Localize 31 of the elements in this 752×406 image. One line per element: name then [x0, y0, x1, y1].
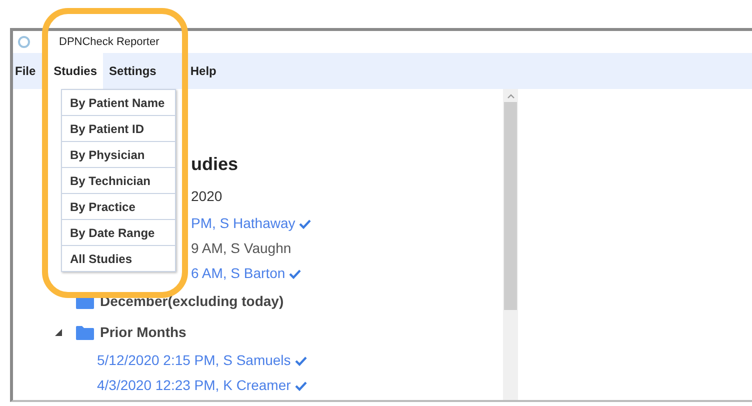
folder-icon	[76, 326, 94, 340]
dropdown-item[interactable]: By Date Range	[61, 219, 176, 246]
check-icon	[294, 356, 307, 366]
dropdown-item[interactable]: By Practice	[61, 193, 176, 220]
folder-label[interactable]: December(excluding today)	[100, 291, 284, 312]
dropdown-item[interactable]: By Patient ID	[61, 115, 176, 142]
check-icon	[289, 268, 302, 278]
check-icon	[294, 380, 307, 390]
dropdown-item[interactable]: By Physician	[61, 141, 176, 168]
dropdown-item[interactable]: By Technician	[61, 167, 176, 194]
study-entry[interactable]: 6 AM, S Barton	[191, 263, 286, 284]
menu-item[interactable]: Studies	[48, 53, 104, 89]
study-entry[interactable]: PM, S Hathaway	[191, 213, 296, 234]
scrollbar[interactable]	[503, 89, 518, 400]
folder-label[interactable]: Prior Months	[100, 322, 186, 343]
section-heading: udies	[191, 154, 238, 174]
scrollbar-thumb[interactable]	[504, 102, 517, 310]
study-entry[interactable]: 4/3/2020 12:23 PM, K Creamer	[97, 375, 291, 396]
group-label[interactable]: 2020	[191, 186, 222, 206]
window-title: DPNCheck Reporter	[59, 34, 160, 50]
menu-item[interactable]: Help	[184, 53, 222, 89]
menu-item[interactable]: Settings	[103, 53, 162, 89]
study-entry[interactable]: 9 AM, S Vaughn	[191, 238, 292, 259]
scroll-up-icon[interactable]	[506, 93, 514, 99]
dropdown-item[interactable]: By Patient Name	[61, 89, 176, 116]
expand-arrow-icon[interactable]	[55, 329, 62, 336]
dropdown-item[interactable]: All Studies	[61, 245, 176, 272]
study-entry[interactable]: 5/12/2020 2:15 PM, S Samuels	[97, 350, 291, 371]
check-icon	[299, 218, 312, 228]
app-icon	[17, 35, 31, 49]
menu-item[interactable]: File	[13, 53, 38, 89]
